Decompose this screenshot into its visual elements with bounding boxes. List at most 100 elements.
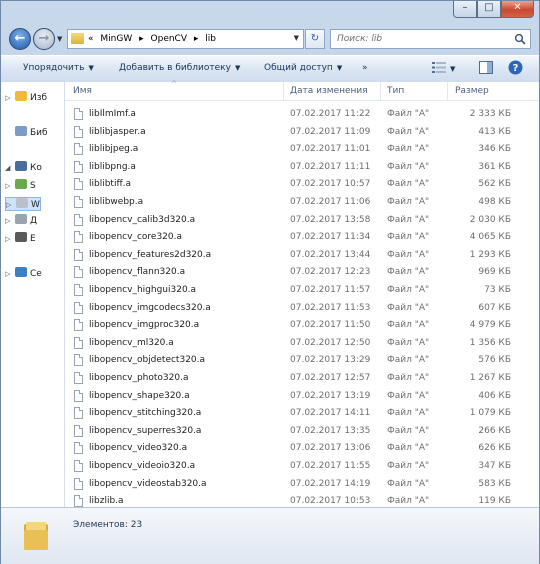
search-input[interactable] xyxy=(337,32,507,46)
expand-icon[interactable]: ◢ xyxy=(5,164,15,172)
chevron-down-icon: ▼ xyxy=(88,64,94,72)
expand-icon[interactable]: ▷ xyxy=(5,217,15,225)
address-bar[interactable]: « MinGW ▸ OpenCV ▸ lib ▼ xyxy=(67,29,304,49)
file-size: 1 293 КБ xyxy=(469,249,511,260)
file-icon xyxy=(74,284,83,296)
file-row[interactable]: libopencv_highgui320.a 07.02.2017 11:57 Фа… xyxy=(65,282,539,299)
file-row[interactable]: libopencv_videoio320.a 07.02.2017 11:55 Фа… xyxy=(65,458,539,475)
column-name[interactable]: Имя xyxy=(73,86,92,96)
navpane-item[interactable]: ▷ Изб xyxy=(5,91,47,103)
breadcrumb-separator[interactable]: ▸ xyxy=(194,34,199,44)
column-date[interactable]: Дата изменения xyxy=(290,86,368,96)
breadcrumb-opencv[interactable]: OpenCV xyxy=(151,34,187,44)
file-icon xyxy=(74,460,83,472)
file-row[interactable]: libopencv_imgproc320.a 07.02.2017 11:50 Фа… xyxy=(65,317,539,334)
file-row[interactable]: libopencv_flann320.a 07.02.2017 12:23 Файл… xyxy=(65,264,539,281)
file-row[interactable]: libopencv_superres320.a 07.02.2017 13:35 Ф… xyxy=(65,423,539,440)
file-row[interactable]: liblibwebp.a 07.02.2017 11:06 Файл "A" 498 … xyxy=(65,194,539,211)
navpane-item[interactable]: ▷ Д xyxy=(5,214,37,226)
navpane-item[interactable]: ◢ Ко xyxy=(5,161,42,173)
title-bar: – □ ✕ xyxy=(1,1,539,21)
navpane-item[interactable]: ▷ W xyxy=(5,197,41,211)
back-button[interactable]: ← xyxy=(9,28,31,50)
file-row[interactable]: liblibjpeg.a 07.02.2017 11:01 Файл "A" 346 … xyxy=(65,141,539,158)
breadcrumb-overflow[interactable]: « xyxy=(88,34,94,44)
breadcrumb-lib[interactable]: lib xyxy=(205,34,216,44)
file-type: Файл "A" xyxy=(387,443,430,454)
close-button[interactable]: ✕ xyxy=(501,1,534,18)
refresh-button[interactable]: ↻ xyxy=(305,29,325,49)
navpane-item-icon xyxy=(15,179,27,189)
file-icon xyxy=(74,178,83,191)
navpane-item-icon xyxy=(15,161,27,171)
navpane-item[interactable]: ▷ E xyxy=(5,232,36,244)
file-icon xyxy=(74,442,83,455)
file-row[interactable]: libopencv_videostab320.a 07.02.2017 14:19… xyxy=(65,476,539,493)
file-row[interactable]: liblibpng.a 07.02.2017 11:11 Файл "A" 361 К… xyxy=(65,159,539,176)
search-box[interactable] xyxy=(330,29,531,49)
breadcrumb-mingw[interactable]: MinGW xyxy=(100,34,132,44)
help-icon: ? xyxy=(508,60,523,75)
maximize-button[interactable]: □ xyxy=(477,1,501,18)
share-button[interactable]: Общий доступ ▼ xyxy=(264,63,342,73)
expand-icon[interactable]: ▷ xyxy=(6,201,16,209)
address-dropdown-icon[interactable]: ▼ xyxy=(294,34,299,42)
file-row[interactable]: libopencv_photo320.a 07.02.2017 12:57 Файл… xyxy=(65,370,539,387)
breadcrumb-separator[interactable]: ▸ xyxy=(139,34,144,44)
column-divider[interactable] xyxy=(283,82,284,100)
file-row[interactable]: libopencv_ml320.a 07.02.2017 12:50 Файл "A… xyxy=(65,335,539,352)
search-icon[interactable] xyxy=(514,33,526,45)
file-row[interactable]: libopencv_features2d320.a 07.02.2017 13:4… xyxy=(65,247,539,264)
file-date: 07.02.2017 10:57 xyxy=(290,179,371,190)
add-to-library-button[interactable]: Добавить в библиотеку ▼ xyxy=(119,63,240,73)
file-size: 2 333 КБ xyxy=(469,109,511,119)
column-divider[interactable] xyxy=(447,82,448,100)
file-row[interactable]: libopencv_video320.a 07.02.2017 13:06 Файл… xyxy=(65,440,539,457)
file-row[interactable]: libopencv_objdetect320.a 07.02.2017 13:29… xyxy=(65,352,539,369)
file-row[interactable]: libopencv_core320.a 07.02.2017 11:34 Файл … xyxy=(65,229,539,246)
file-type: Файл "A" xyxy=(387,267,430,278)
navpane-item[interactable]: ▷ Се xyxy=(5,267,42,279)
file-row[interactable]: libopencv_shape320.a 07.02.2017 13:19 Файл… xyxy=(65,388,539,405)
expand-icon[interactable]: ▷ xyxy=(5,94,15,102)
expand-icon[interactable]: ▷ xyxy=(5,182,15,190)
file-row[interactable]: liblibtiff.a 07.02.2017 10:57 Файл "A" 562 … xyxy=(65,176,539,193)
more-label: » xyxy=(362,63,368,73)
file-row[interactable]: libIlmImf.a 07.02.2017 11:22 Файл "A" 2 333… xyxy=(65,106,539,123)
file-type: Файл "A" xyxy=(387,161,430,172)
minimize-button[interactable]: – xyxy=(453,1,477,18)
breadcrumb: « MinGW ▸ OpenCV ▸ lib xyxy=(88,34,220,44)
expand-icon[interactable]: ▷ xyxy=(5,270,15,278)
file-row[interactable]: libopencv_imgcodecs320.a 07.02.2017 11:53… xyxy=(65,300,539,317)
file-type: Файл "A" xyxy=(387,302,430,313)
file-name: libopencv_calib3d320.a xyxy=(89,214,196,225)
file-row[interactable]: libopencv_calib3d320.a 07.02.2017 13:58 Фа… xyxy=(65,212,539,229)
help-button[interactable]: ? xyxy=(508,60,523,78)
expand-icon[interactable]: ▷ xyxy=(5,235,15,243)
column-type[interactable]: Тип xyxy=(387,86,404,96)
file-date: 07.02.2017 12:50 xyxy=(290,337,371,348)
navpane-item-label: Д xyxy=(30,216,38,226)
file-name: libopencv_core320.a xyxy=(89,232,182,243)
column-divider[interactable] xyxy=(380,82,381,100)
more-commands-button[interactable]: » xyxy=(362,63,368,73)
file-row[interactable]: libopencv_stitching320.a 07.02.2017 14:11… xyxy=(65,405,539,422)
file-type: Файл "A" xyxy=(387,461,430,471)
navpane-item-icon xyxy=(15,267,27,277)
navpane-item[interactable]: ▷ S xyxy=(5,179,36,191)
recent-pages-dropdown[interactable]: ▼ xyxy=(57,35,62,43)
view-options-button[interactable]: ▼ xyxy=(432,62,455,74)
file-size: 266 КБ xyxy=(478,425,511,436)
organize-button[interactable]: Упорядочить ▼ xyxy=(23,63,94,73)
forward-button[interactable]: → xyxy=(33,28,55,50)
sort-ascending-icon: ^ xyxy=(171,80,177,88)
details-pane: Элементов: 23 xyxy=(1,507,539,564)
folder-icon xyxy=(71,33,84,44)
preview-pane-button[interactable] xyxy=(479,61,493,77)
column-size[interactable]: Размер xyxy=(455,86,489,96)
file-size: 119 КБ xyxy=(478,496,511,507)
file-icon xyxy=(74,424,83,437)
file-row[interactable]: liblibjasper.a 07.02.2017 11:09 Файл "A" 41… xyxy=(65,124,539,141)
file-date: 07.02.2017 13:35 xyxy=(290,425,371,436)
navpane-item[interactable]: Биб xyxy=(5,126,48,138)
